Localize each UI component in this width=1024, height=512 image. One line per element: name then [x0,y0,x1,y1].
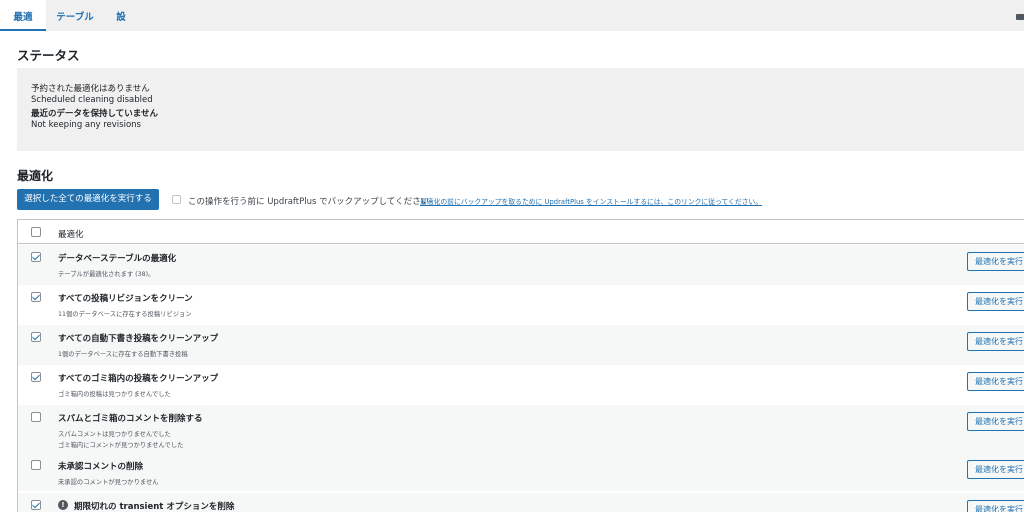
table-row: すべての自動下書き投稿をクリーンアップ 1個のデータベースに存在する自動下書き投… [18,325,1024,365]
row-title: すべての投稿リビジョンをクリーン [58,294,193,304]
row-description: 11個のデータベースに存在する投稿リビジョン [58,311,192,318]
tab-settings[interactable]: 設定 [104,0,138,59]
run-optimization-button[interactable]: 最適化を実行 [967,372,1024,391]
run-optimization-button[interactable]: 最適化を実行 [967,500,1024,512]
table-row: すべての投稿リビジョンをクリーン 11個のデータベースに存在する投稿リビジョン … [18,285,1024,325]
row-description: 未承認のコメントが見つかりません [58,479,159,486]
row-description: ゴミ箱内にコメントが見つかりませんでした [58,442,184,449]
table-row: 未承認コメントの削除 未承認のコメントが見つかりません 最適化を実行 [18,453,1024,493]
table-row: ! 期限切れの transient オプションを削除 最適化を実行 [18,493,1024,512]
status-box: 予約された最適化はありません Scheduled cleaning disabl… [17,68,1024,151]
run-optimization-button[interactable]: 最適化を実行 [967,332,1024,351]
row-checkbox[interactable] [31,500,41,510]
row-checkbox[interactable] [31,332,41,342]
status-heading: ステータス [17,48,80,63]
row-title: すべての自動下書き投稿をクリーンアップ [58,334,219,344]
backup-label: この操作を行う前に UpdraftPlus でバックアップしてください [188,197,430,207]
row-checkbox[interactable] [31,252,41,262]
row-title: すべてのゴミ箱内の投稿をクリーンアップ [58,374,219,384]
status-scheduled-ja: 予約された最適化はありません [31,84,150,94]
row-title: データベーステーブルの最適化 [58,254,177,264]
row-description: ゴミ箱内の投稿は見つかりませんでした [58,391,171,398]
status-keeping-ja: 最近のデータを保持していません [31,109,158,119]
table-row: すべてのゴミ箱内の投稿をクリーンアップ ゴミ箱内の投稿は見つかりませんでした 最… [18,365,1024,405]
comment-icon[interactable] [1016,14,1024,20]
column-header-optimization: 最適化 [58,230,84,240]
status-keeping-en: Not keeping any revisions [31,120,141,130]
select-all-checkbox[interactable] [31,227,41,237]
row-title: 期限切れの transient オプションを削除 [74,502,235,512]
info-icon[interactable]: ! [58,500,68,510]
run-all-optimizations-button[interactable]: 選択した全ての最適化を実行する [17,189,159,210]
row-title: スパムとゴミ箱のコメントを削除する [58,414,203,424]
row-description: スパムコメントは見つかりませんでした [58,431,171,438]
optimizations-heading: 最適化 [17,169,54,183]
main-content: ステータス 予約された最適化はありません Scheduled cleaning … [0,31,1024,512]
row-description: 1個のデータベースに存在する自動下書き投稿 [58,351,188,358]
row-checkbox[interactable] [31,292,41,302]
table-header: 最適化 [18,220,1024,244]
tab-tables[interactable]: テーブル [46,0,104,31]
row-description: テーブルが最適化されます (38)。 [58,271,155,278]
run-optimization-button[interactable]: 最適化を実行 [967,460,1024,479]
status-scheduled-en: Scheduled cleaning disabled [31,95,153,105]
backup-checkbox[interactable] [172,195,181,204]
row-checkbox[interactable] [31,372,41,382]
run-optimization-button[interactable]: 最適化を実行 [967,292,1024,311]
tab-optimizations[interactable]: 最適化 [0,0,46,59]
table-row: データベーステーブルの最適化 テーブルが最適化されます (38)。 最適化を実行 [18,245,1024,285]
tab-bar: 最適化 テーブル 設定 [0,0,1024,59]
run-optimization-button[interactable]: 最適化を実行 [967,252,1024,271]
run-optimization-button[interactable]: 最適化を実行 [967,412,1024,431]
install-updraftplus-link[interactable]: 最適化の前にバックアップを取るために UpdraftPlus をインストールする… [420,196,762,206]
row-checkbox[interactable] [31,412,41,422]
row-title: 未承認コメントの削除 [58,462,144,472]
optimizations-table: 最適化 データベーステーブルの最適化 テーブルが最適化されます (38)。 最適… [17,219,1024,512]
row-checkbox[interactable] [31,460,41,470]
